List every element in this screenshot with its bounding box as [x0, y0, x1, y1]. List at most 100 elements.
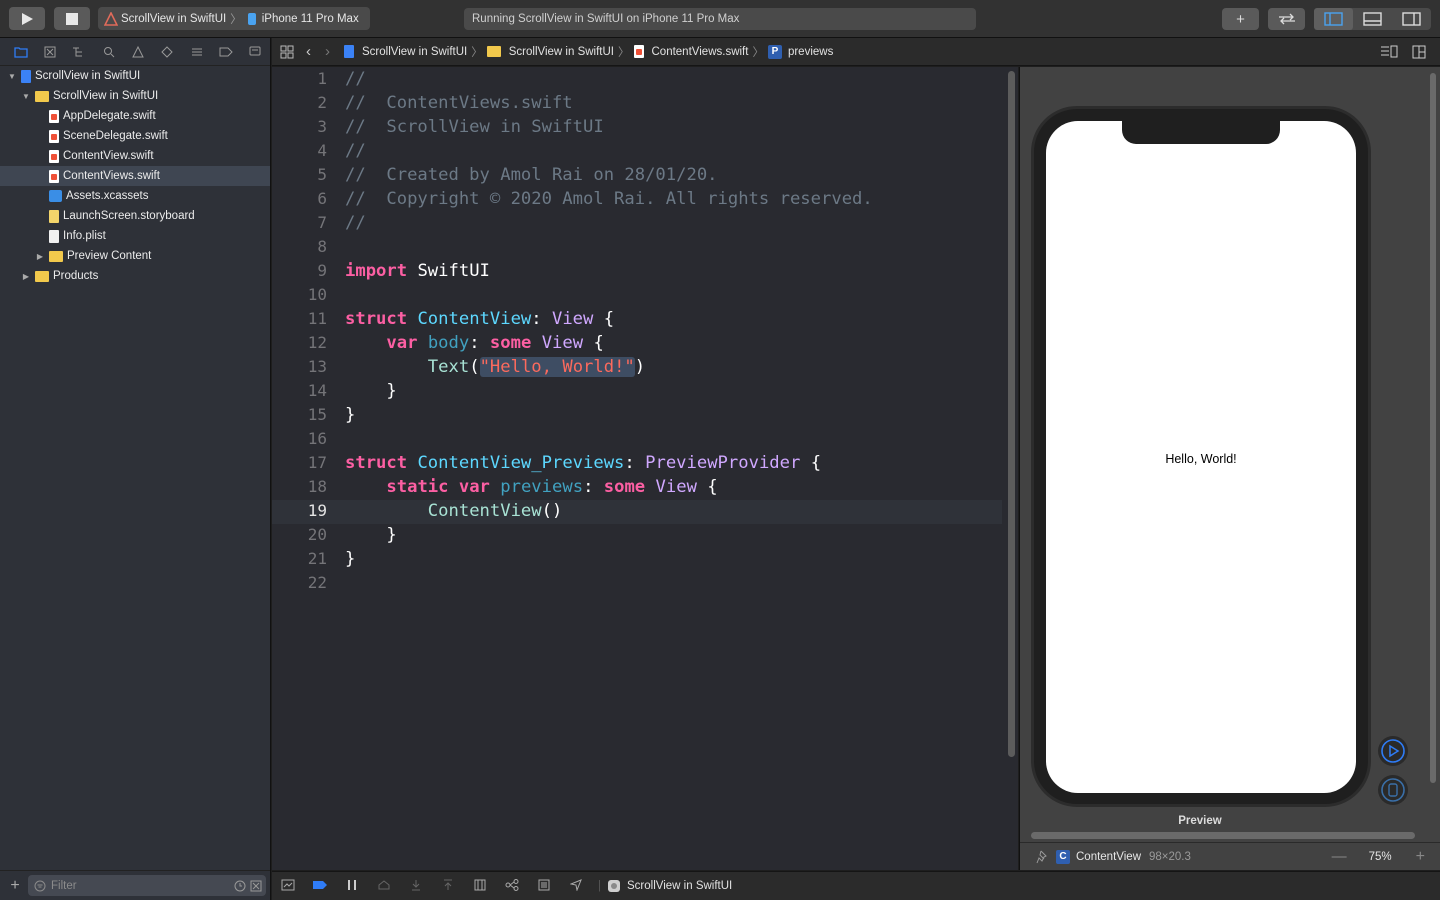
line-number[interactable]: 20 [272, 523, 327, 547]
code-line[interactable]: } [345, 547, 998, 571]
code-line[interactable] [345, 235, 998, 259]
symbol-navigator-tab[interactable] [65, 38, 94, 66]
line-number[interactable]: 7 [272, 211, 327, 235]
debug-target-label[interactable]: ScrollView in SwiftUI [627, 880, 732, 892]
line-number[interactable]: 18 [272, 475, 327, 499]
code-line[interactable]: static var previews: some View { [345, 475, 998, 499]
disclosure-expanded-icon[interactable]: ▼ [6, 72, 18, 81]
breakpoint-navigator-tab[interactable] [211, 38, 240, 66]
recent-files-icon[interactable] [234, 880, 246, 892]
stop-button[interactable] [54, 7, 90, 30]
device-screen[interactable]: Hello, World! [1046, 121, 1356, 793]
code-line[interactable] [345, 427, 998, 451]
line-number[interactable]: 14 [272, 379, 327, 403]
code-line[interactable]: struct ContentView: View { [345, 307, 998, 331]
file-tree-row[interactable]: AppDelegate.swift [0, 106, 270, 126]
code-line[interactable]: // ScrollView in SwiftUI [345, 115, 998, 139]
code-line[interactable]: Text("Hello, World!") [345, 355, 998, 379]
canvas-horizontal-scrollbar[interactable] [1031, 832, 1415, 839]
code-line[interactable]: } [345, 379, 998, 403]
editor-options-icon[interactable] [1380, 45, 1398, 59]
canvas-vertical-scrollbar[interactable] [1430, 73, 1436, 783]
view-hierarchy-button[interactable] [464, 879, 496, 894]
line-number[interactable]: 8 [272, 235, 327, 259]
code-line[interactable]: // Created by Amol Rai on 28/01/20. [345, 163, 998, 187]
preview-on-device-button[interactable] [1378, 775, 1408, 805]
code-line[interactable]: } [345, 523, 998, 547]
zoom-level[interactable]: 75% [1369, 851, 1392, 863]
report-navigator-tab[interactable] [241, 38, 270, 66]
disclosure-collapsed-icon[interactable]: ▶ [34, 252, 46, 261]
step-into-button[interactable] [400, 879, 432, 894]
line-number[interactable]: 10 [272, 283, 327, 307]
line-number[interactable]: 13 [272, 355, 327, 379]
file-tree-row[interactable]: ▶ Preview Content [0, 246, 270, 266]
editor-scrollbar[interactable] [1008, 71, 1015, 757]
line-number[interactable]: 1 [272, 67, 327, 91]
find-navigator-tab[interactable] [94, 38, 123, 66]
line-number[interactable]: 19 [272, 499, 327, 523]
disclosure-expanded-icon[interactable]: ▼ [20, 92, 32, 101]
code-area[interactable]: //// ContentViews.swift// ScrollView in … [345, 67, 998, 595]
debug-navigator-tab[interactable] [182, 38, 211, 66]
back-button[interactable]: ‹ [306, 43, 311, 60]
code-line[interactable]: ContentView() [345, 499, 998, 523]
file-tree-row[interactable]: SceneDelegate.swift [0, 126, 270, 146]
environment-overrides-button[interactable] [528, 879, 560, 894]
simulate-location-button[interactable] [560, 878, 592, 894]
run-button[interactable] [9, 7, 45, 30]
file-tree-row[interactable]: ContentView.swift [0, 146, 270, 166]
jumpbar-crumb-file[interactable]: ContentViews.swift [633, 45, 748, 58]
line-number[interactable]: 9 [272, 259, 327, 283]
code-line[interactable]: // ContentViews.swift [345, 91, 998, 115]
file-tree-row[interactable]: Assets.xcassets [0, 186, 270, 206]
file-tree-row[interactable]: ▼ ScrollView in SwiftUI [0, 66, 270, 86]
file-tree-row[interactable]: Info.plist [0, 226, 270, 246]
line-number[interactable]: 17 [272, 451, 327, 475]
zoom-in-button[interactable]: + [1416, 848, 1425, 866]
jumpbar-crumb-group[interactable]: ScrollView in SwiftUI [486, 46, 614, 58]
line-number[interactable]: 12 [272, 331, 327, 355]
add-file-button[interactable]: + [4, 877, 26, 895]
file-tree-row[interactable]: ContentViews.swift [0, 166, 270, 186]
code-line[interactable]: } [345, 403, 998, 427]
code-line[interactable]: // [345, 67, 998, 91]
pause-button[interactable] [336, 879, 368, 894]
file-tree-row[interactable]: LaunchScreen.storyboard [0, 206, 270, 226]
add-editor-icon[interactable] [1412, 45, 1426, 59]
line-number[interactable]: 3 [272, 115, 327, 139]
forward-button[interactable]: › [325, 43, 330, 60]
related-items-icon[interactable] [280, 45, 294, 59]
zoom-out-button[interactable]: — [1332, 848, 1347, 865]
hide-debug-area-button[interactable] [272, 879, 304, 894]
live-preview-button[interactable] [1378, 736, 1408, 766]
line-number[interactable]: 16 [272, 427, 327, 451]
code-line[interactable]: // Copyright © 2020 Amol Rai. All rights… [345, 187, 998, 211]
line-number[interactable]: 6 [272, 187, 327, 211]
code-review-button[interactable] [1268, 8, 1305, 30]
line-number[interactable]: 11 [272, 307, 327, 331]
source-control-tab[interactable] [35, 38, 64, 66]
project-navigator-tab[interactable] [6, 38, 35, 66]
code-line[interactable] [345, 571, 998, 595]
code-line[interactable]: struct ContentView_Previews: PreviewProv… [345, 451, 998, 475]
jumpbar-crumb-symbol[interactable]: P previews [767, 44, 833, 59]
source-control-filter-icon[interactable] [250, 880, 262, 892]
code-line[interactable] [345, 283, 998, 307]
library-button[interactable]: + [1222, 8, 1259, 30]
issue-navigator-tab[interactable] [123, 38, 152, 66]
line-number[interactable]: 4 [272, 139, 327, 163]
source-editor[interactable]: 1 2 3 4 5 6 7 8 9 10 11 12 13 14 15 16 17 18 19 20 21 22 ////… [272, 67, 1018, 870]
memory-graph-button[interactable] [496, 878, 528, 894]
line-number[interactable]: 21 [272, 547, 327, 571]
line-number[interactable]: 5 [272, 163, 327, 187]
breakpoints-toggle[interactable] [304, 879, 336, 893]
disclosure-collapsed-icon[interactable]: ▶ [20, 272, 32, 281]
code-line[interactable]: import SwiftUI [345, 259, 998, 283]
step-over-button[interactable] [368, 879, 400, 894]
line-number[interactable]: 2 [272, 91, 327, 115]
file-tree-row[interactable]: ▶ Products [0, 266, 270, 286]
jumpbar-crumb-project[interactable]: ScrollView in SwiftUI [344, 45, 467, 58]
file-tree-row[interactable]: ▼ ScrollView in SwiftUI [0, 86, 270, 106]
line-number[interactable]: 15 [272, 403, 327, 427]
